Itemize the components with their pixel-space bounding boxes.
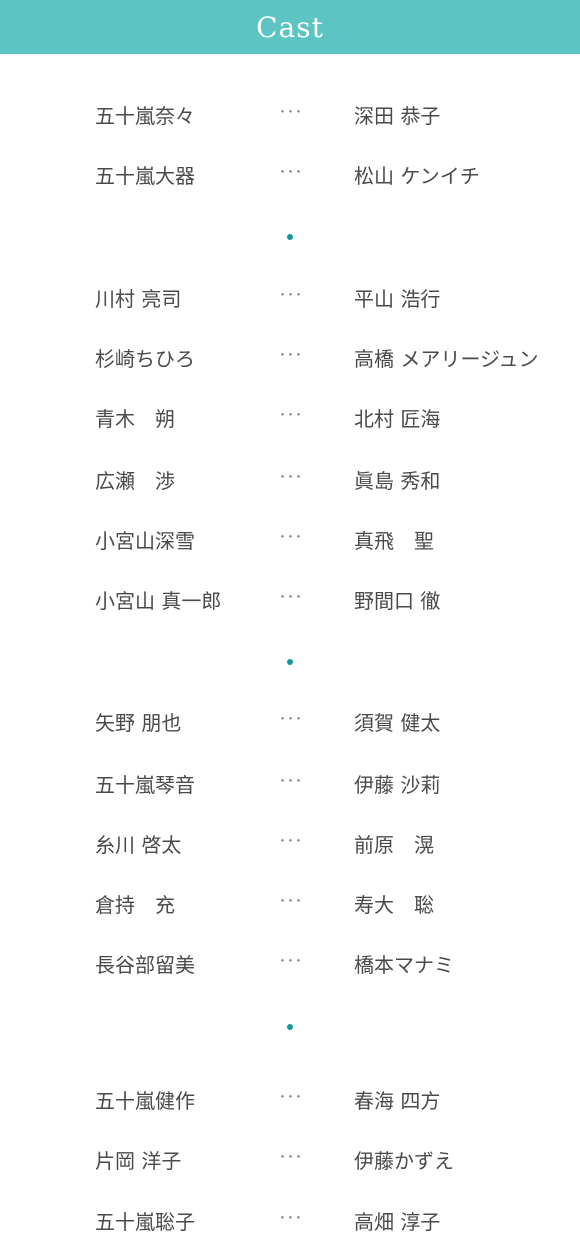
separator-ellipsis: ･･･ [279,712,303,728]
group-divider-dot-icon [287,234,293,240]
role-name: 五十嵐琴音 [95,773,195,797]
separator-ellipsis: ･･･ [279,1090,303,1106]
actor-name: 伊藤かずえ [354,1149,454,1173]
actor-name: 前原 滉 [354,833,434,857]
actor-name: 平山 浩行 [354,287,441,311]
cast-row: 杉崎ちひろ ･･･ 高橋 メアリージュン [0,344,580,374]
separator-ellipsis: ･･･ [279,834,303,850]
cast-row: 小宮山深雪 ･･･ 真飛 聖 [0,526,580,556]
cast-row: 倉持 充 ･･･ 寿大 聡 [0,890,580,920]
role-name: 倉持 充 [95,893,175,917]
cast-row: 五十嵐奈々 ･･･ 深田 恭子 [0,101,580,131]
actor-name: 松山 ケンイチ [354,164,480,188]
actor-name: 北村 匠海 [354,407,441,431]
role-name: 糸川 啓太 [95,833,182,857]
page-title: Cast [256,10,324,44]
separator-ellipsis: ･･･ [279,348,303,364]
cast-row: 五十嵐大器 ･･･ 松山 ケンイチ [0,161,580,191]
separator-ellipsis: ･･･ [279,288,303,304]
role-name: 長谷部留美 [95,953,195,977]
cast-row: 小宮山 真一郎 ･･･ 野間口 徹 [0,586,580,616]
actor-name: 眞島 秀和 [354,469,441,493]
separator-ellipsis: ･･･ [279,530,303,546]
role-name: 片岡 洋子 [95,1149,182,1173]
actor-name: 高橋 メアリージュン [354,347,539,371]
cast-row: 長谷部留美 ･･･ 橋本マナミ [0,950,580,980]
separator-ellipsis: ･･･ [279,590,303,606]
group-divider-dot-icon [287,1024,293,1030]
actor-name: 須賀 健太 [354,711,441,735]
cast-row: 五十嵐琴音 ･･･ 伊藤 沙莉 [0,770,580,800]
role-name: 小宮山深雪 [95,529,195,553]
separator-ellipsis: ･･･ [279,470,303,486]
separator-ellipsis: ･･･ [279,894,303,910]
actor-name: 伊藤 沙莉 [354,773,441,797]
role-name: 杉崎ちひろ [95,347,195,371]
role-name: 矢野 朋也 [95,711,182,735]
actor-name: 深田 恭子 [354,104,441,128]
cast-row: 広瀬 渉 ･･･ 眞島 秀和 [0,466,580,496]
actor-name: 寿大 聡 [354,893,434,917]
separator-ellipsis: ･･･ [279,408,303,424]
separator-ellipsis: ･･･ [279,954,303,970]
cast-row: 矢野 朋也 ･･･ 須賀 健太 [0,708,580,738]
role-name: 川村 亮司 [95,287,182,311]
cast-row: 川村 亮司 ･･･ 平山 浩行 [0,284,580,314]
role-name: 青木 朔 [95,407,175,431]
separator-ellipsis: ･･･ [279,774,303,790]
cast-header: Cast [0,0,580,54]
actor-name: 野間口 徹 [354,589,441,613]
group-divider-dot-icon [287,659,293,665]
cast-row: 五十嵐健作 ･･･ 春海 四方 [0,1086,580,1116]
role-name: 五十嵐健作 [95,1089,195,1113]
actor-name: 橋本マナミ [354,953,454,977]
role-name: 広瀬 渉 [95,469,175,493]
cast-row: 糸川 啓太 ･･･ 前原 滉 [0,830,580,860]
role-name: 小宮山 真一郎 [95,589,222,613]
separator-ellipsis: ･･･ [279,165,303,181]
actor-name: 春海 四方 [354,1089,441,1113]
separator-ellipsis: ･･･ [279,1211,303,1227]
separator-ellipsis: ･･･ [279,105,303,121]
separator-ellipsis: ･･･ [279,1150,303,1166]
role-name: 五十嵐奈々 [95,104,195,128]
role-name: 五十嵐大器 [95,164,195,188]
cast-row: 片岡 洋子 ･･･ 伊藤かずえ [0,1146,580,1176]
actor-name: 真飛 聖 [354,529,434,553]
cast-row: 青木 朔 ･･･ 北村 匠海 [0,404,580,434]
